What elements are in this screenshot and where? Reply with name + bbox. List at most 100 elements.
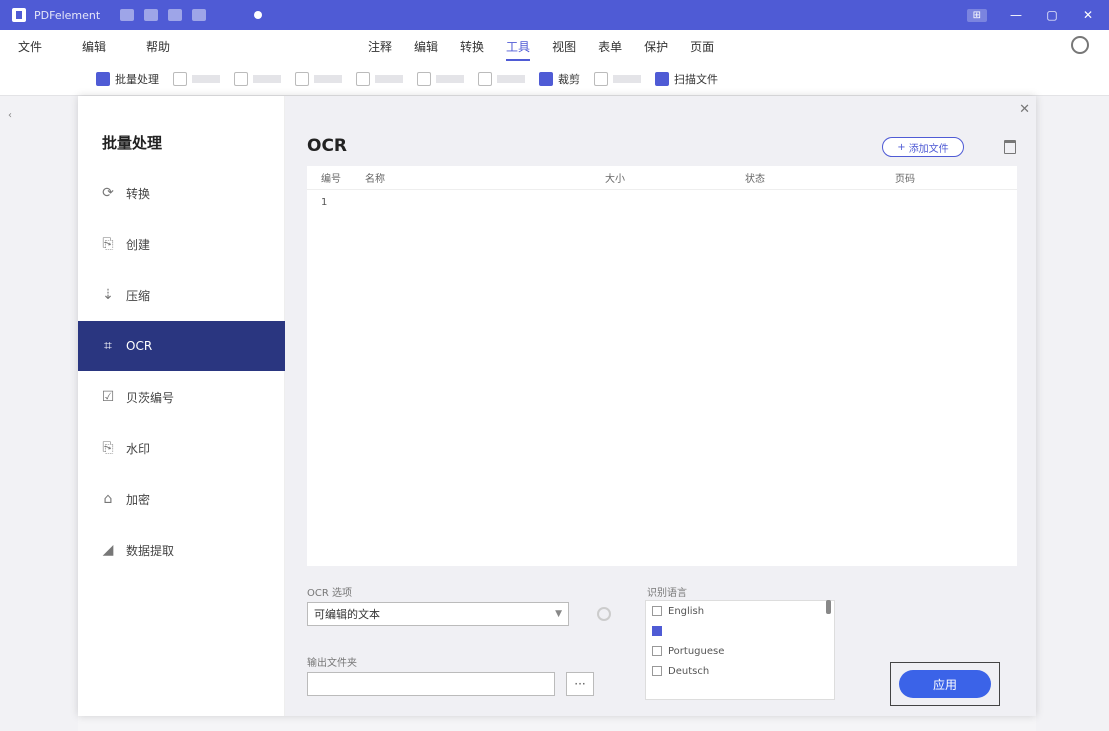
table-row[interactable]: 1	[307, 190, 1017, 214]
menu-edit[interactable]: 编辑	[82, 38, 106, 55]
app-logo-icon	[12, 8, 26, 22]
language-checkbox[interactable]	[652, 666, 662, 676]
tab-2[interactable]: 转换	[460, 38, 484, 61]
toolbar-item-1	[173, 71, 220, 86]
toolbar-item-label: 裁剪	[558, 72, 580, 86]
pane-title: OCR	[307, 136, 348, 156]
nav-item-label: 创建	[126, 237, 151, 252]
toolbar-item-label	[613, 74, 641, 83]
language-list[interactable]: English Portuguese Deutsch	[645, 600, 835, 700]
language-checkbox[interactable]	[652, 606, 662, 616]
output-folder-field[interactable]	[307, 672, 555, 696]
tab-7[interactable]: 页面	[690, 38, 714, 61]
settings-gear-icon[interactable]	[597, 607, 611, 621]
nav-item-label: 压缩	[126, 288, 151, 303]
undo-icon[interactable]	[168, 9, 183, 21]
tab-5[interactable]: 表单	[598, 38, 622, 61]
collapse-panel-icon[interactable]: ‹	[8, 110, 12, 121]
language-option[interactable]	[646, 621, 834, 641]
language-label: Portuguese	[668, 645, 725, 657]
document-area-left: ‹	[0, 96, 78, 731]
language-option[interactable]: Portuguese	[646, 641, 834, 661]
toolbar-item-3	[295, 71, 342, 86]
bates-icon: ☑	[101, 389, 115, 405]
trash-icon[interactable]	[1004, 140, 1016, 154]
toolbar-item-4	[356, 71, 403, 86]
nav-item-convert[interactable]: ⟳ 转换	[78, 168, 285, 218]
chevron-down-icon: ▼	[555, 609, 562, 619]
minimize-icon[interactable]: —	[1009, 8, 1023, 22]
language-label: Deutsch	[668, 665, 710, 677]
language-checkbox[interactable]	[652, 626, 662, 636]
close-window-icon[interactable]: ✕	[1081, 8, 1095, 22]
column-header[interactable]: 编号	[307, 170, 357, 185]
toolbar-tool-icon	[173, 71, 187, 86]
nav-item-create[interactable]: ⎘ 创建	[78, 219, 285, 269]
batch-process-dialog: 批量处理 ⟳ 转换 ⎘ 创建 ⇣ 压缩 ⌗ OCR ☑ 贝茨编号 ⎘ 水印 ⌂ 加密 ◢ 数据提取 ✕ OCR…	[78, 96, 1036, 716]
window-controls: ⊞ — ▢ ✕	[966, 8, 1095, 22]
nav-item-watermark[interactable]: ⎘ 水印	[78, 423, 285, 473]
language-label: English	[668, 605, 705, 617]
toolbar-item-9[interactable]: 扫描文件	[655, 71, 718, 87]
toolbar-item-5	[417, 71, 464, 86]
column-header[interactable]: 页码	[887, 170, 1017, 185]
nav-item-label: 加密	[126, 492, 151, 507]
language-scrollbar[interactable]	[826, 600, 831, 614]
quick-access-toolbar	[120, 9, 207, 21]
nav-title: 批量处理	[102, 134, 163, 152]
plus-icon: +	[897, 141, 906, 153]
tab-4[interactable]: 视图	[552, 38, 576, 61]
column-header[interactable]: 名称	[357, 170, 597, 185]
maximize-icon[interactable]: ▢	[1045, 8, 1059, 22]
sign-in-badge[interactable]: ⊞	[966, 8, 987, 22]
nav-item-compress[interactable]: ⇣ 压缩	[78, 270, 285, 320]
tab-3[interactable]: 工具	[506, 38, 531, 61]
nav-item-ocr[interactable]: ⌗ OCR	[78, 321, 285, 371]
output-folder-label: 输出文件夹	[307, 658, 357, 669]
convert-icon: ⟳	[102, 185, 114, 201]
title-bar: PDFelement ⊞ — ▢ ✕	[0, 0, 1109, 30]
menu-bar: 文件 编辑 帮助 注释 编辑 转换 工具 视图 表单 保护 页面	[0, 30, 1109, 62]
toolbar-item-label	[192, 74, 220, 83]
language-label: 识别语言	[647, 588, 687, 599]
user-avatar-icon[interactable]	[1071, 36, 1089, 54]
redo-icon[interactable]	[192, 9, 207, 21]
table-header: 编号 名称 大小 状态 页码	[307, 166, 1017, 190]
language-option[interactable]: Deutsch	[646, 661, 834, 681]
toolbar-item-label	[497, 74, 525, 83]
print-icon[interactable]	[144, 9, 159, 21]
ribbon-tabs: 注释 编辑 转换 工具 视图 表单 保护 页面	[368, 38, 714, 61]
app-title: PDFelement	[34, 8, 101, 22]
language-option[interactable]: English	[646, 601, 834, 621]
ocr-type-select[interactable]: 可编辑的文本 ▼	[307, 602, 569, 626]
menu-file[interactable]: 文件	[18, 38, 42, 55]
nav-item-label: 水印	[126, 441, 151, 456]
toolbar-tool-icon	[96, 71, 110, 86]
toolbar-item-7[interactable]: 裁剪	[539, 71, 580, 87]
toolbar-tool-icon	[234, 71, 248, 86]
close-dialog-icon[interactable]: ✕	[1019, 102, 1030, 117]
nav-item-bates[interactable]: ☑ 贝茨编号	[78, 372, 285, 422]
menu-help[interactable]: 帮助	[146, 38, 170, 55]
language-checkbox[interactable]	[652, 646, 662, 656]
nav-item-encrypt[interactable]: ⌂ 加密	[78, 474, 285, 524]
nav-item-label: 转换	[126, 186, 151, 201]
save-icon[interactable]	[120, 9, 135, 21]
encrypt-icon: ⌂	[103, 491, 113, 507]
nav-item-extract[interactable]: ◢ 数据提取	[78, 525, 285, 575]
compress-icon: ⇣	[102, 287, 114, 303]
tab-0[interactable]: 注释	[368, 38, 392, 61]
toolbar-tool-icon	[478, 71, 492, 86]
toolbar-item-0[interactable]: 批量处理	[96, 71, 159, 87]
toolbar-item-label: 批量处理	[115, 72, 159, 86]
tab-1[interactable]: 编辑	[414, 38, 438, 61]
watermark-icon: ⎘	[102, 440, 114, 456]
column-header[interactable]: 状态	[737, 170, 887, 185]
apply-button[interactable]: 应用	[899, 670, 991, 698]
dropdown-indicator-icon[interactable]	[254, 11, 263, 19]
add-files-button[interactable]: + 添加文件	[882, 137, 964, 157]
tab-6[interactable]: 保护	[644, 38, 668, 61]
column-header[interactable]: 大小	[597, 170, 737, 185]
toolbar-item-label	[253, 74, 281, 83]
browse-folder-button[interactable]: ···	[566, 672, 594, 696]
